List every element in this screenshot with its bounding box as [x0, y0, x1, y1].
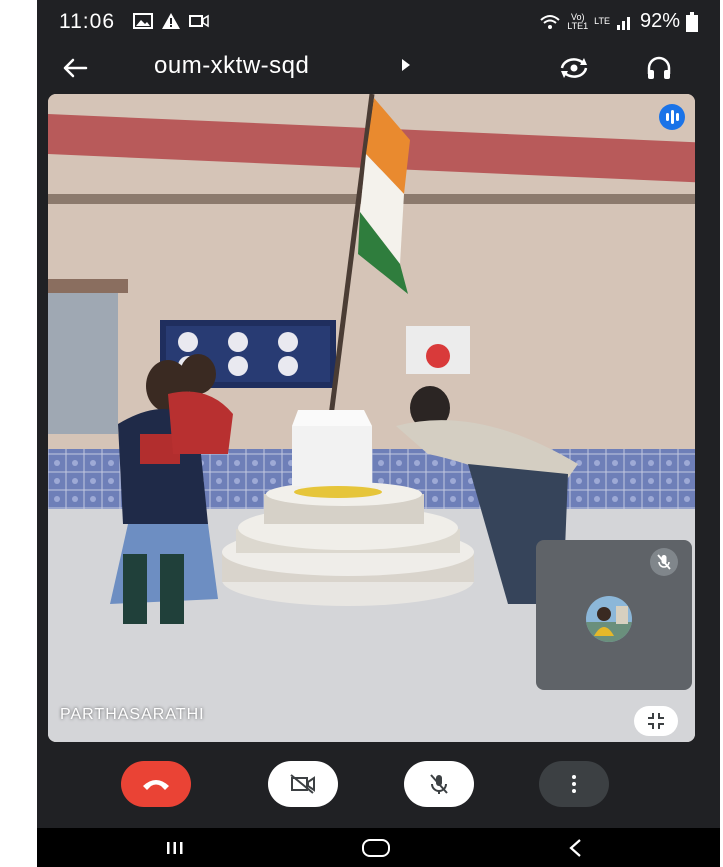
audio-level-icon — [665, 113, 669, 121]
status-time: 11:06 — [59, 10, 115, 33]
chevron-left-icon — [569, 839, 581, 857]
caret-right-icon[interactable] — [402, 59, 410, 71]
switch-camera-icon — [560, 58, 588, 78]
system-nav-bar — [37, 828, 720, 867]
self-mic-status — [650, 548, 678, 576]
self-view-tile[interactable] — [536, 540, 692, 690]
recents-icon — [167, 842, 183, 854]
battery-percent: 92% — [639, 10, 680, 32]
camera-off-icon — [290, 774, 315, 794]
home-button[interactable] — [359, 836, 393, 860]
arrow-left-icon — [63, 58, 88, 78]
network-lte1: LTE1 — [567, 20, 589, 31]
call-controls — [37, 745, 720, 825]
switch-camera-button[interactable] — [557, 52, 591, 84]
lte-indicator: LTE — [594, 16, 610, 26]
gallery-icon — [133, 13, 153, 29]
participant-name: PARTHASARATHI — [60, 706, 205, 723]
speaking-indicator — [659, 104, 685, 130]
signal-icon — [616, 16, 630, 30]
battery-icon — [686, 11, 698, 32]
more-options-button[interactable] — [539, 761, 609, 807]
call-header: oum-xktw-sqd — [37, 44, 720, 92]
phone-hangup-icon — [143, 780, 169, 790]
recent-apps-button[interactable] — [163, 836, 187, 860]
audio-output-button[interactable] — [643, 52, 675, 84]
mic-off-icon — [657, 554, 671, 570]
headphones-icon — [647, 56, 671, 79]
warning-icon — [162, 13, 180, 29]
minimize-icon — [648, 713, 664, 729]
wifi-calling-icon — [540, 14, 560, 29]
home-icon — [362, 839, 390, 857]
network-type: Vo) LTE1 — [567, 12, 589, 31]
mic-toggle-button[interactable] — [404, 761, 474, 807]
end-call-button[interactable] — [121, 761, 191, 807]
back-nav-button[interactable] — [565, 836, 585, 860]
main-video-tile[interactable]: PARTHASARATHI — [48, 94, 695, 742]
meeting-code[interactable]: oum-xktw-sqd — [154, 52, 309, 80]
video-notification-icon — [189, 14, 209, 28]
meet-call-screen: 11:06 Vo) LTE1 LTE 92% oum-xktw-sqd PART… — [37, 0, 720, 867]
notification-icons — [133, 12, 209, 30]
status-bar: 11:06 Vo) LTE1 LTE 92% — [37, 0, 720, 44]
self-avatar — [586, 596, 632, 642]
camera-toggle-button[interactable] — [268, 761, 338, 807]
system-status: Vo) LTE1 LTE 92% — [539, 10, 698, 33]
more-vert-icon — [572, 775, 576, 793]
back-button[interactable] — [59, 52, 91, 84]
mic-off-icon — [430, 774, 448, 794]
minimize-self-view-button[interactable] — [634, 706, 678, 736]
